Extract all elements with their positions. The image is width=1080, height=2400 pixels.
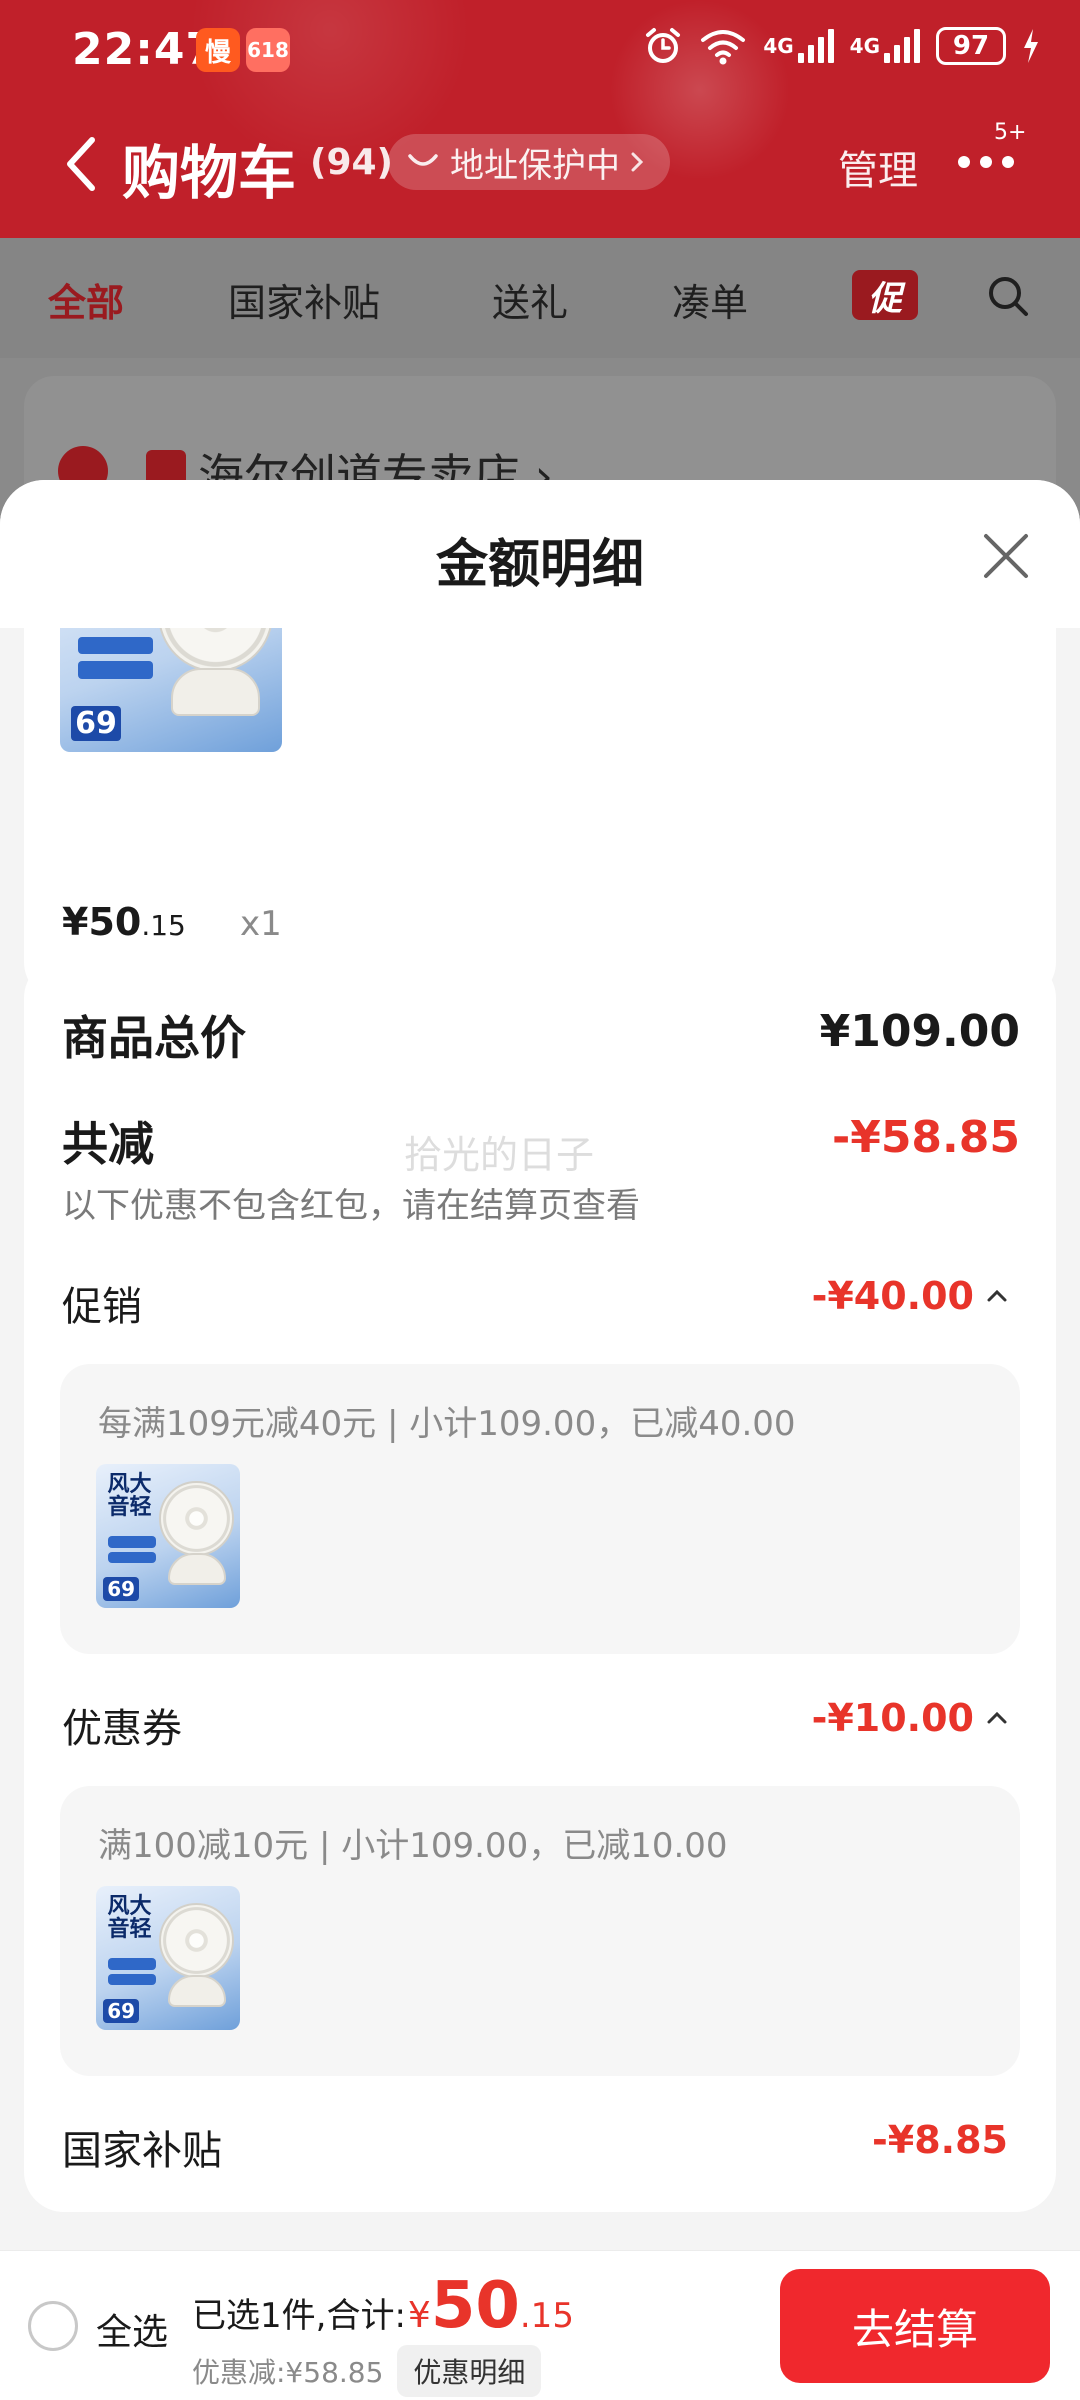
- total-reduction-label: 共减: [62, 1117, 154, 1171]
- status-icons: 4G 4G 97: [643, 26, 1040, 66]
- cellular-signal-icon: 4G: [763, 26, 834, 66]
- total-reduction-value: -¥58.85: [831, 1112, 1020, 1163]
- thumbnail-price: 69: [103, 1576, 140, 1601]
- national-subsidy-label: 国家补贴: [62, 2128, 222, 2174]
- select-all-checkbox[interactable]: [28, 2301, 78, 2351]
- promotion-detail-text: 每满109元减40元 | 小计109.00，已减40.00: [98, 1404, 796, 1444]
- chevron-up-icon: [987, 1289, 1007, 1302]
- coupon-label: 优惠券: [62, 1706, 182, 1752]
- tab-national-subsidy[interactable]: 国家补贴: [228, 272, 380, 327]
- discount-line: 优惠减:¥58.85 优惠明细: [192, 2345, 542, 2397]
- checkout-button[interactable]: 去结算: [780, 2269, 1050, 2383]
- alarm-icon: [646, 28, 681, 63]
- tab-all[interactable]: 全部: [48, 272, 124, 327]
- product-thumbnail[interactable]: 风大 音轻 69: [96, 1886, 240, 2030]
- amount-detail-sheet: 风大 音轻 69 ¥50.15 x1 商品总价 ¥109.00 共减 拾光的日子…: [0, 480, 1080, 2400]
- total-price-label: 商品总价: [62, 1011, 246, 1065]
- close-icon[interactable]: [980, 530, 1032, 582]
- cellular-signal-icon: 4G: [850, 26, 920, 66]
- promotion-toggle[interactable]: -¥40.00: [812, 1274, 1008, 1318]
- battery-indicator: 97: [936, 27, 1006, 65]
- promotion-label: 促销: [62, 1284, 142, 1330]
- item-quantity: x1: [240, 904, 282, 944]
- total-decimal: .15: [519, 2296, 574, 2336]
- coupon-detail-text: 满100减10元 | 小计109.00，已减10.00: [98, 1826, 728, 1866]
- page-title: 购物车: [122, 139, 297, 207]
- cart-count: (94): [310, 142, 394, 183]
- sheet-header: 金额明细: [0, 480, 1080, 628]
- chevron-up-icon: [987, 1711, 1007, 1724]
- wifi-icon: [701, 30, 746, 65]
- tab-promotion[interactable]: 促: [852, 270, 918, 320]
- discount-text: 优惠减:¥58.85: [192, 2356, 384, 2389]
- select-all-label[interactable]: 全选: [96, 2303, 168, 2355]
- cart-nav-bar: 购物车 (94) 地址保护中 管理 5+: [0, 118, 1080, 210]
- promotion-detail-box: 每满109元减40元 | 小计109.00，已减40.00 风大 音轻 69: [60, 1364, 1020, 1654]
- item-price: ¥50.15: [62, 900, 186, 944]
- product-thumbnail[interactable]: 风大 音轻 69: [96, 1464, 240, 1608]
- chevron-right-icon: [631, 152, 644, 172]
- manage-button[interactable]: 管理: [838, 138, 918, 196]
- coupon-toggle[interactable]: -¥10.00: [812, 1696, 1008, 1740]
- message-count-badge: 5+: [994, 120, 1027, 145]
- total-currency: ¥: [407, 2295, 431, 2336]
- total-price-value: ¥109.00: [819, 1006, 1020, 1057]
- total-integer: 50: [430, 2269, 520, 2343]
- total-summary: 已选1件,合计: ¥ 50 .15: [192, 2269, 574, 2343]
- shield-smile-icon: [408, 154, 438, 166]
- address-protect-button[interactable]: 地址保护中: [388, 134, 670, 190]
- reduction-note: 以下优惠不包含红包，请在结算页查看: [62, 1186, 640, 1226]
- network-type-label: 4G: [849, 34, 880, 58]
- address-protect-label: 地址保护中: [450, 145, 620, 186]
- discount-detail-button[interactable]: 优惠明细: [397, 2345, 542, 2397]
- thumbnail-text: 风大 音轻: [107, 1471, 152, 1520]
- network-type-label: 4G: [763, 34, 794, 58]
- sheet-title: 金额明细: [435, 535, 644, 595]
- thumbnail-text: 风大 音轻: [107, 1893, 152, 1942]
- thumbnail-price: 69: [71, 705, 121, 741]
- national-subsidy-value: -¥8.85: [872, 2118, 1008, 2162]
- price-summary-card: 商品总价 ¥109.00 共减 拾光的日子 -¥58.85 以下优惠不包含红包，…: [24, 958, 1056, 2212]
- app-notification-badge: 618: [246, 28, 290, 72]
- checkout-bar: 全选 已选1件,合计: ¥ 50 .15 优惠减:¥58.85 优惠明细 去结算: [0, 2250, 1080, 2400]
- coupon-value: -¥10.00: [811, 1696, 974, 1740]
- coupon-detail-box: 满100减10元 | 小计109.00，已减10.00 风大 音轻 69: [60, 1786, 1020, 2076]
- charging-icon: [1024, 29, 1038, 63]
- more-menu-icon[interactable]: [958, 156, 1014, 168]
- watermark: 拾光的日子: [404, 1133, 595, 1177]
- selected-count-text: 已选1件,合计:: [192, 2296, 406, 2336]
- thumbnail-price: 69: [103, 1998, 140, 2023]
- search-icon[interactable]: [986, 274, 1030, 318]
- tab-gift[interactable]: 送礼: [492, 272, 568, 327]
- status-bar: 22:47 慢 618 4G 4G 97: [0, 0, 1080, 100]
- back-arrow-icon[interactable]: [58, 134, 108, 194]
- tab-bundle[interactable]: 凑单: [672, 272, 748, 327]
- promotion-value: -¥40.00: [811, 1274, 974, 1318]
- app-notification-badge: 慢: [196, 28, 240, 72]
